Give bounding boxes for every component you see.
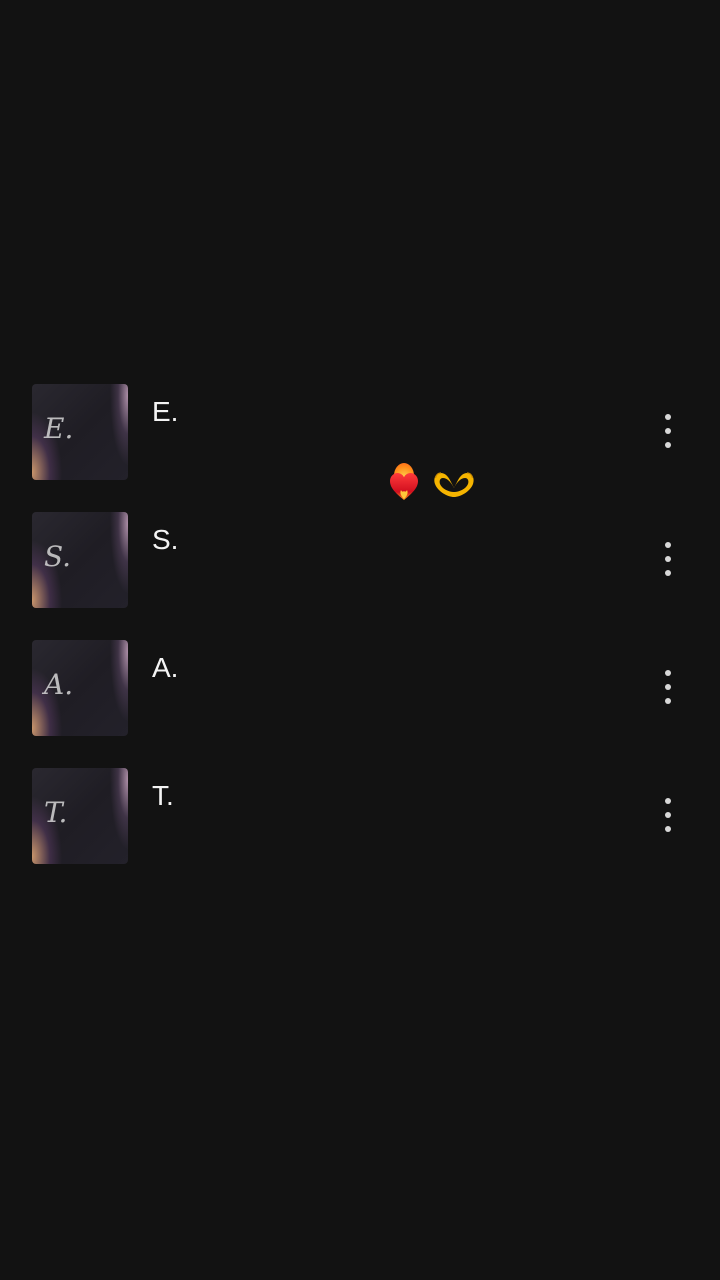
heart-hands-icon xyxy=(432,470,476,500)
list-item[interactable]: S. S. xyxy=(0,512,720,640)
more-options-icon[interactable] xyxy=(652,536,684,584)
list-item-title: S. xyxy=(152,524,179,555)
list-item-title: A. xyxy=(152,652,179,683)
heart-on-fire-icon xyxy=(384,463,424,507)
list-item[interactable]: E. E. xyxy=(0,384,720,512)
contact-list: E. E. S. S. A. A. T. T. xyxy=(0,384,720,896)
avatar-letter: S. xyxy=(44,540,72,573)
avatar: T. xyxy=(32,768,128,864)
list-item-title: T. xyxy=(152,780,174,811)
more-options-icon[interactable] xyxy=(652,408,684,456)
avatar: S. xyxy=(32,512,128,608)
avatar-letter: A. xyxy=(44,668,74,701)
avatar: E. xyxy=(32,384,128,480)
list-item[interactable]: T. T. xyxy=(0,768,720,896)
avatar-letter: E. xyxy=(44,412,74,445)
more-options-icon[interactable] xyxy=(652,664,684,712)
emoji-sticker xyxy=(384,462,476,508)
avatar: A. xyxy=(32,640,128,736)
more-options-icon[interactable] xyxy=(652,792,684,840)
list-item[interactable]: A. A. xyxy=(0,640,720,768)
avatar-letter: T. xyxy=(44,796,68,829)
list-item-title: E. xyxy=(152,396,179,427)
